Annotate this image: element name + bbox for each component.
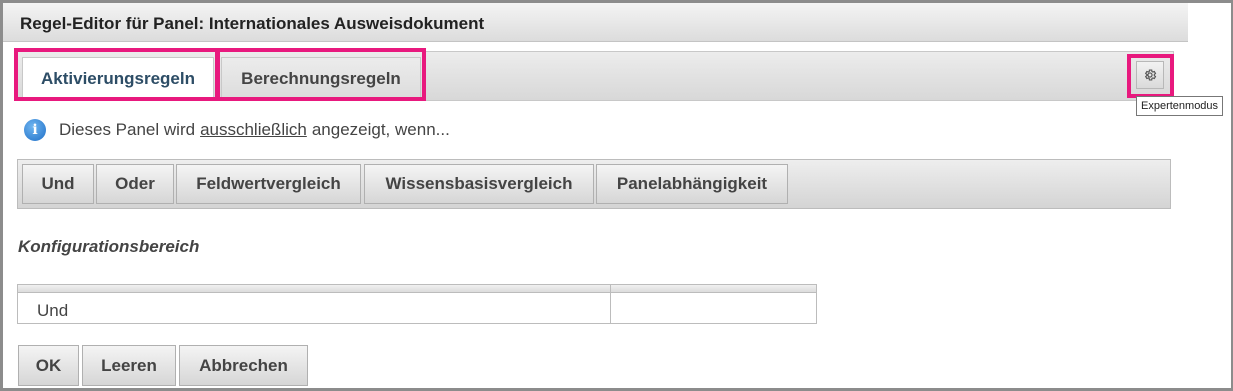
info-icon: i	[24, 119, 46, 141]
expert-mode-button[interactable]	[1136, 61, 1164, 89]
window-title: Regel-Editor für Panel: Internationales …	[20, 14, 485, 33]
rule-toolbar: Und Oder Feldwertvergleich Wissensbasisv…	[17, 159, 1171, 209]
title-bar: Regel-Editor für Panel: Internationales …	[3, 3, 1188, 42]
und-button[interactable]: Und	[22, 164, 94, 204]
info-text-suffix: angezeigt, wenn...	[311, 120, 450, 139]
clear-button[interactable]: Leeren	[82, 345, 176, 386]
info-message: i Dieses Panel wird ausschließlich angez…	[24, 119, 450, 141]
config-table-header	[18, 285, 816, 293]
tab-berechnungsregeln[interactable]: Berechnungsregeln	[221, 57, 421, 100]
wissensbasisvergleich-button[interactable]: Wissensbasisvergleich	[364, 164, 594, 204]
oder-button[interactable]: Oder	[96, 164, 174, 204]
ok-button[interactable]: OK	[18, 345, 79, 386]
cancel-button[interactable]: Abbrechen	[179, 345, 308, 386]
info-text-prefix: Dieses Panel wird	[59, 120, 196, 139]
expert-mode-tooltip: Expertenmodus	[1136, 96, 1224, 116]
info-text-emphasis: ausschließlich	[200, 120, 307, 139]
tab-aktivierungsregeln[interactable]: Aktivierungsregeln	[22, 57, 214, 100]
config-table-row[interactable]: Und	[37, 301, 68, 321]
tab-bar: Aktivierungsregeln Berechnungsregeln	[17, 51, 1174, 101]
config-section-title: Konfigurationsbereich	[18, 237, 200, 256]
feldwertvergleich-button[interactable]: Feldwertvergleich	[176, 164, 361, 204]
gear-icon	[1144, 69, 1157, 81]
config-table: Und	[17, 284, 817, 324]
config-table-divider	[610, 285, 611, 323]
panelabhaengigkeit-button[interactable]: Panelabhängigkeit	[596, 164, 788, 204]
